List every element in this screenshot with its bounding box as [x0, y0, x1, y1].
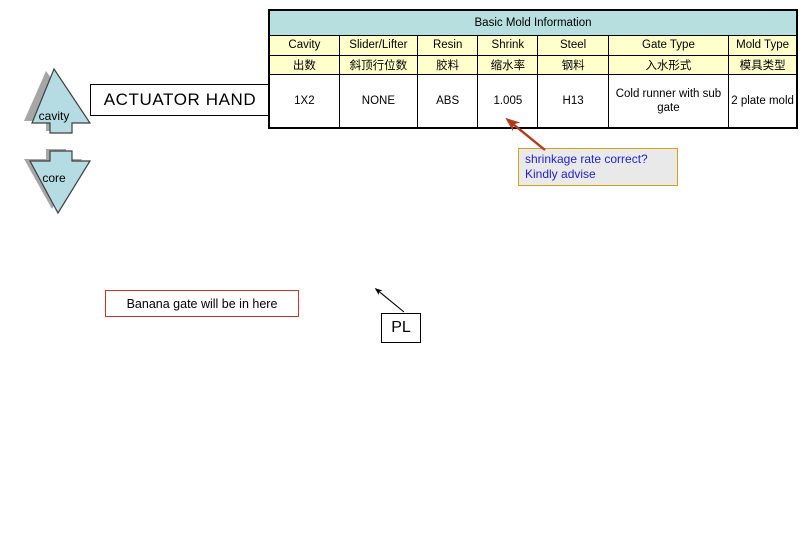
header-slider-lifter-cn: 斜顶行位数 — [338, 55, 419, 75]
core-arrow-shape — [24, 149, 92, 215]
table-header-row-cn: 出数 斜顶行位数 胶料 缩水率 钢料 入水形式 模具类型 — [268, 55, 798, 75]
header-resin-cn: 胶料 — [417, 55, 479, 75]
part-name-box: ACTUATOR HAND — [90, 84, 270, 116]
shrinkage-note-line2: Kindly advise — [525, 167, 596, 181]
header-steel: Steel — [537, 35, 609, 56]
header-mold-type: Mold Type — [728, 35, 798, 56]
table-header-row-en: Cavity Slider/Lifter Resin Shrink Steel … — [268, 35, 798, 56]
table-title: Basic Mold Information — [268, 9, 798, 36]
table-title-row: Basic Mold Information — [268, 9, 798, 36]
header-resin: Resin — [417, 35, 479, 56]
value-cavity: 1X2 — [268, 74, 340, 129]
parting-line-label: PL — [391, 319, 411, 336]
part-name-label: ACTUATOR HAND — [103, 90, 257, 109]
header-gate-type-cn: 入水形式 — [607, 55, 730, 75]
header-steel-cn: 钢料 — [537, 55, 609, 75]
banana-gate-note-label: Banana gate will be in here — [126, 296, 278, 311]
cavity-arrow-shape — [24, 67, 92, 134]
parting-line-box: PL — [381, 313, 421, 343]
parting-line-arrow — [374, 287, 405, 313]
shrinkage-question-note: shrinkage rate correct? Kindly advise — [518, 148, 678, 186]
header-shrink-cn: 缩水率 — [477, 55, 539, 75]
basic-mold-information-table: Basic Mold Information Cavity Slider/Lif… — [268, 9, 798, 129]
value-gate-type: Cold runner with sub gate — [607, 74, 730, 129]
cavity-body — [31, 67, 92, 134]
header-cavity-cn: 出数 — [268, 55, 340, 75]
value-steel: H13 — [537, 74, 609, 129]
banana-gate-note: Banana gate will be in here — [105, 290, 299, 317]
value-shrink: 1.005 — [477, 74, 539, 129]
header-slider-lifter: Slider/Lifter — [338, 35, 419, 56]
header-shrink: Shrink — [477, 35, 539, 56]
shrinkage-note-line1: shrinkage rate correct? — [525, 152, 648, 166]
value-mold-type: 2 plate mold — [728, 74, 798, 129]
header-gate-type: Gate Type — [607, 35, 730, 56]
table-value-row: 1X2 NONE ABS 1.005 H13 Cold runner with … — [268, 74, 798, 129]
header-cavity: Cavity — [268, 35, 340, 56]
value-resin: ABS — [417, 74, 479, 129]
header-mold-type-cn: 模具类型 — [728, 55, 798, 75]
value-slider-lifter: NONE — [338, 74, 419, 129]
